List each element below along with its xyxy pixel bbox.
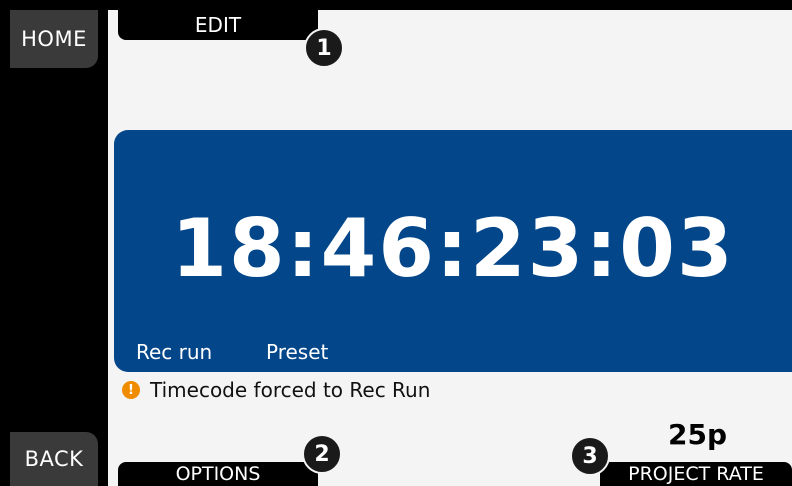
warning-message: ! Timecode forced to Rec Run xyxy=(122,378,430,402)
project-rate-button[interactable]: PROJECT RATE xyxy=(600,462,792,486)
timecode-panel: 18:46:23:03 Rec run Preset xyxy=(114,130,792,372)
timecode-value: 18:46:23:03 xyxy=(171,202,735,295)
project-rate-value: 25p xyxy=(668,418,728,451)
badge-1: 1 xyxy=(304,28,344,68)
badge-3: 3 xyxy=(570,436,610,476)
edit-button[interactable]: EDIT xyxy=(118,10,318,40)
back-button[interactable]: BACK xyxy=(10,432,98,486)
warning-text: Timecode forced to Rec Run xyxy=(150,378,431,402)
warning-icon: ! xyxy=(122,381,140,399)
badge-2: 2 xyxy=(302,434,342,474)
options-button[interactable]: OPTIONS xyxy=(118,462,318,486)
timecode-mode-label: Rec run xyxy=(136,340,213,364)
timecode-preset-label: Preset xyxy=(266,340,329,364)
home-button[interactable]: HOME xyxy=(10,10,98,68)
